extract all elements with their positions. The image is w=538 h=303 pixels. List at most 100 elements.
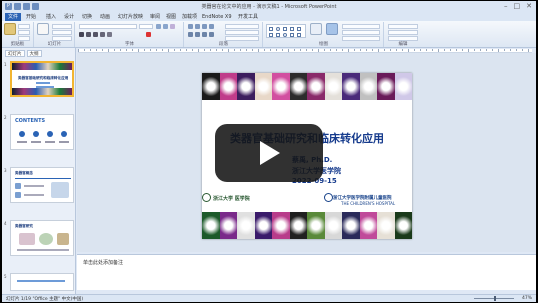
quick-styles-icon[interactable] [326, 23, 338, 35]
align-text-button[interactable] [225, 30, 259, 35]
tab-slides[interactable]: 幻灯片 [5, 50, 25, 57]
hospital-logo-icon [324, 193, 333, 202]
thumbnail-preview[interactable]: 类器官概念 [10, 167, 74, 203]
tab-developer[interactable]: 开发工具 [238, 13, 258, 21]
shrink-font-icon[interactable] [163, 24, 168, 29]
thumbnail-number: 1 [4, 62, 7, 67]
editing-group-label: 编辑 [398, 42, 408, 47]
grow-font-icon[interactable] [156, 24, 161, 29]
align-left-icon[interactable] [188, 32, 193, 37]
font-color-icon[interactable] [146, 32, 151, 37]
organoid-image [394, 73, 412, 100]
organoid-image [237, 73, 255, 100]
replace-button[interactable] [388, 30, 418, 35]
font-group: 字体 [76, 22, 184, 47]
organoid-image [377, 73, 395, 100]
font-family-select[interactable] [79, 24, 137, 29]
zoom-slider-handle[interactable] [494, 296, 496, 301]
numbering-icon[interactable] [195, 24, 200, 29]
tab-transitions[interactable]: 切换 [82, 13, 92, 21]
tab-addins[interactable]: 加载项 [182, 13, 197, 21]
clear-format-icon[interactable] [170, 24, 175, 29]
indent-decrease-icon[interactable] [202, 24, 207, 29]
organoid-image [202, 212, 220, 239]
shadow-icon[interactable] [100, 32, 105, 37]
tab-insert[interactable]: 插入 [46, 13, 56, 21]
thumbnail-title: 类器官基础研究和临床转化应用 [18, 76, 69, 80]
organoid-image [394, 212, 412, 239]
align-right-icon[interactable] [202, 32, 207, 37]
font-size-select[interactable] [139, 24, 153, 29]
organoid-image [219, 212, 237, 239]
new-slide-icon[interactable] [37, 23, 49, 35]
bold-icon[interactable] [79, 32, 84, 37]
organoid-image [324, 73, 342, 100]
window-title: 类器官在论文中的应用 - 演示文稿1 - Microsoft PowerPoin… [201, 4, 337, 10]
window-controls: – □ ✕ [504, 2, 532, 10]
strikethrough-icon[interactable] [107, 32, 112, 37]
video-play-button[interactable] [215, 124, 323, 182]
thumbnail-preview[interactable]: CONTENTS [10, 114, 74, 150]
align-center-icon[interactable] [195, 32, 200, 37]
arrange-icon[interactable] [310, 23, 322, 35]
maximize-icon[interactable]: □ [514, 2, 521, 10]
tab-design[interactable]: 设计 [64, 13, 74, 21]
shapes-gallery[interactable] [266, 24, 306, 38]
copy-button[interactable] [18, 30, 30, 35]
tab-animations[interactable]: 动画 [100, 13, 110, 21]
thumbnail-preview[interactable] [10, 273, 74, 291]
thumbnail-preview[interactable]: 类器官基础研究和临床转化应用 [10, 61, 74, 97]
status-bar: 幻灯片 1/19 "Office 主题" 中文(中国) 47% [2, 294, 536, 302]
tab-slideshow[interactable]: 幻灯片放映 [118, 13, 143, 21]
thumbnail-number: 5 [4, 274, 7, 279]
zoom-level[interactable]: 47% [522, 296, 532, 301]
notes-pane[interactable]: 单击此处添加备注 [77, 254, 536, 290]
ribbon-tabs: 文件 开始 插入 设计 切换 动画 幻灯片放映 审阅 视图 加载项 EndNot… [2, 12, 536, 21]
cut-button[interactable] [18, 24, 30, 29]
organoid-image [359, 212, 377, 239]
organoid-image [219, 73, 237, 100]
organoid-image [272, 73, 290, 100]
paragraph-group-label: 段落 [219, 42, 228, 47]
close-icon[interactable]: ✕ [526, 2, 532, 10]
organoid-image [289, 212, 307, 239]
find-button[interactable] [388, 24, 418, 29]
italic-icon[interactable] [86, 32, 91, 37]
bullets-icon[interactable] [188, 24, 193, 29]
clipboard-group: 剪贴板 [2, 22, 34, 47]
logo-left-text: 浙江大学 医学院 [213, 196, 250, 202]
slides-group-label: 幻灯片 [47, 42, 62, 47]
underline-icon[interactable] [93, 32, 98, 37]
tab-outline[interactable]: 大纲 [26, 50, 42, 57]
shape-outline-button[interactable] [342, 30, 380, 35]
organoid-image [342, 73, 360, 100]
reset-button[interactable] [52, 30, 72, 35]
paragraph-group: 段落 [185, 22, 263, 47]
organoid-image [289, 73, 307, 100]
tab-view[interactable]: 视图 [166, 13, 176, 21]
thumbnail-preview[interactable]: 类器官研究 [10, 220, 74, 256]
thumbnail-title: 类器官研究 [15, 224, 33, 228]
shape-fill-button[interactable] [342, 24, 380, 29]
editing-group: 编辑 [385, 22, 421, 47]
minimize-icon[interactable]: – [504, 2, 508, 10]
tab-endnote[interactable]: EndNote X9 [202, 13, 232, 21]
justify-icon[interactable] [209, 32, 214, 37]
file-tab[interactable]: 文件 [5, 13, 21, 21]
drawing-group-label: 绘图 [319, 42, 328, 47]
organoid-image [377, 212, 395, 239]
text-direction-button[interactable] [225, 24, 259, 29]
notes-placeholder[interactable]: 单击此处添加备注 [83, 259, 123, 266]
layout-button[interactable] [52, 24, 72, 29]
paste-icon[interactable] [4, 23, 16, 35]
zju-logo-icon [202, 193, 211, 202]
organoid-image [202, 73, 220, 100]
title-bar: P 类器官在论文中的应用 - 演示文稿1 - Microsoft PowerPo… [2, 1, 536, 12]
organoid-image [324, 212, 342, 239]
thumbnail-number: 4 [4, 221, 7, 226]
tab-review[interactable]: 审阅 [150, 13, 160, 21]
indent-increase-icon[interactable] [209, 24, 214, 29]
drawing-group: 绘图 [264, 22, 384, 47]
organoid-image [254, 212, 272, 239]
tab-home[interactable]: 开始 [26, 13, 36, 21]
